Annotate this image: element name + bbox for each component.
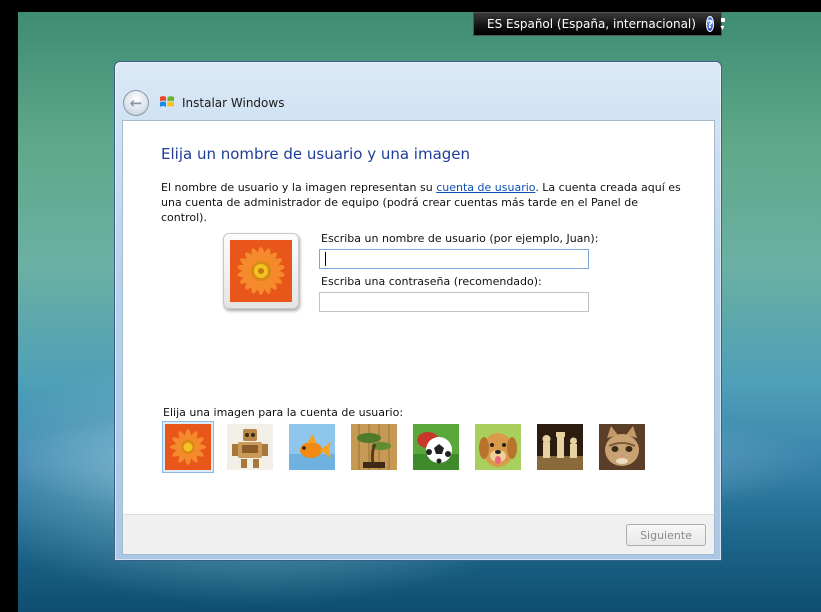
password-field[interactable] bbox=[319, 292, 589, 312]
help-icon[interactable]: ? bbox=[705, 16, 715, 32]
selected-picture-preview bbox=[223, 233, 299, 309]
robot-thumbnail bbox=[227, 424, 273, 470]
language-bar[interactable]: ES Español (España, internacional) ? ▪ ▾ bbox=[473, 12, 726, 36]
page-title: Elija un nombre de usuario y una imagen bbox=[161, 145, 471, 163]
description-text-1: El nombre de usuario y la imagen represe… bbox=[161, 181, 437, 194]
kitten-thumbnail bbox=[599, 424, 645, 470]
window-title: Instalar Windows bbox=[182, 96, 285, 110]
username-label: Escriba un nombre de usuario (por ejempl… bbox=[321, 232, 599, 245]
soccer-ball-thumbnail bbox=[413, 424, 459, 470]
description: El nombre de usuario y la imagen represe… bbox=[161, 180, 681, 225]
chess-thumbnail bbox=[537, 424, 583, 470]
picture-option-goldfish[interactable] bbox=[286, 421, 338, 473]
picture-option-robot[interactable] bbox=[224, 421, 276, 473]
goldfish-thumbnail bbox=[289, 424, 335, 470]
picture-option-chess[interactable] bbox=[534, 421, 586, 473]
next-button[interactable]: Siguiente bbox=[626, 524, 706, 546]
dog-thumbnail bbox=[475, 424, 521, 470]
footer-bar: Siguiente bbox=[122, 514, 715, 555]
setup-window: ← Instalar Windows Elija un nombre de us… bbox=[114, 61, 722, 561]
picture-option-flower[interactable] bbox=[162, 421, 214, 473]
text-cursor bbox=[325, 252, 326, 266]
content-pane: Elija un nombre de usuario y una imagen … bbox=[122, 120, 715, 514]
picture-chooser-label: Elija una imagen para la cuenta de usuar… bbox=[163, 406, 404, 419]
windows-logo-icon bbox=[160, 96, 174, 107]
bonsai-thumbnail bbox=[351, 424, 397, 470]
password-label: Escriba una contraseña (recomendado): bbox=[321, 275, 542, 288]
picture-option-bonsai[interactable] bbox=[348, 421, 400, 473]
title-bar: ← Instalar Windows bbox=[115, 62, 721, 120]
user-account-link[interactable]: cuenta de usuario bbox=[436, 181, 535, 194]
flower-image bbox=[230, 240, 292, 302]
back-button[interactable]: ← bbox=[123, 90, 149, 116]
options-icon[interactable]: ▪ ▾ bbox=[720, 16, 725, 32]
picture-option-soccer-ball[interactable] bbox=[410, 421, 462, 473]
picture-option-dog[interactable] bbox=[472, 421, 524, 473]
picture-option-kitten[interactable] bbox=[596, 421, 648, 473]
flower-thumbnail bbox=[165, 424, 211, 470]
username-field[interactable] bbox=[319, 249, 589, 269]
language-label[interactable]: ES Español (España, internacional) bbox=[487, 17, 696, 31]
